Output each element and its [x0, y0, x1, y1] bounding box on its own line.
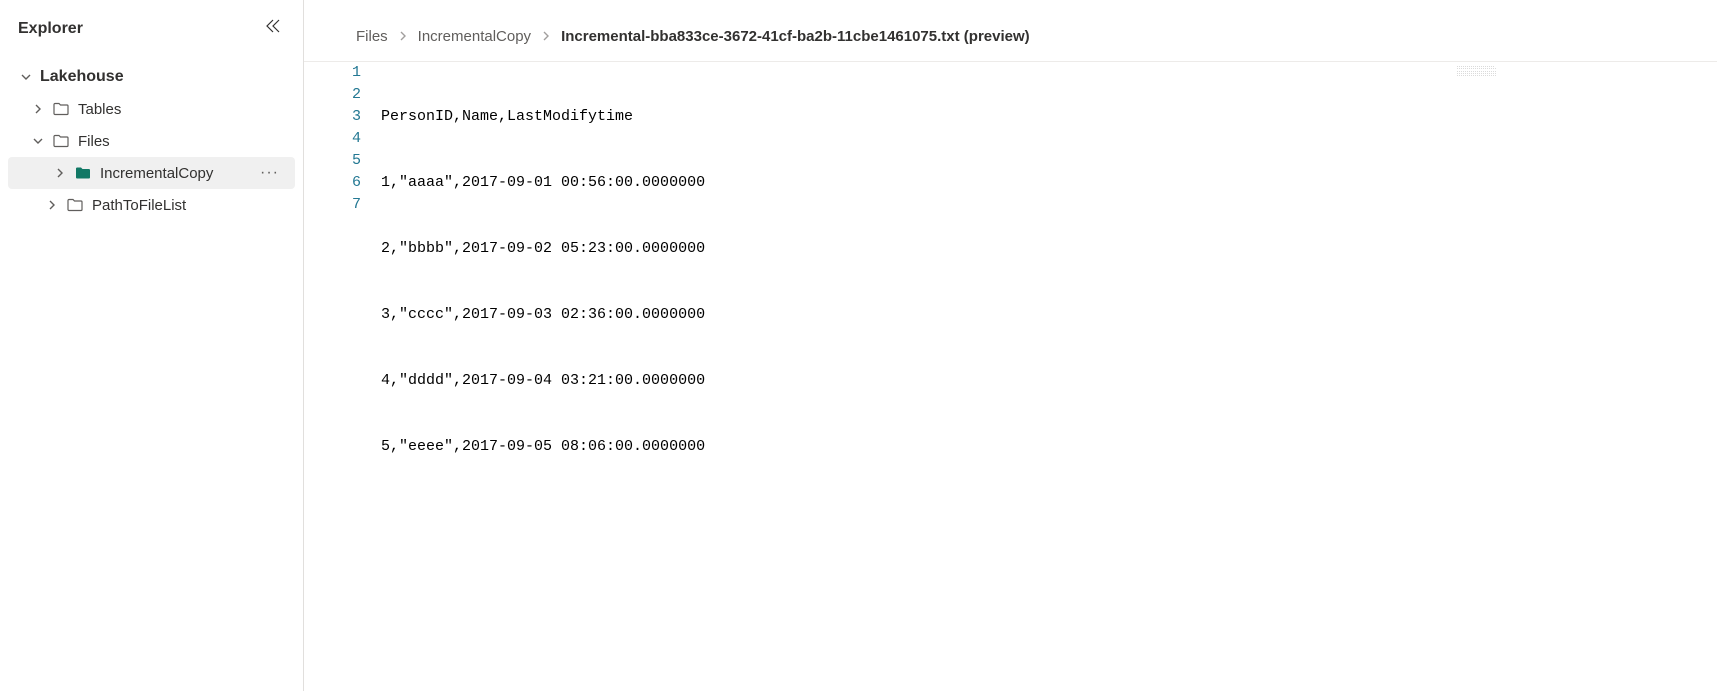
line-number: 2 [352, 84, 361, 106]
minimap-line [1457, 73, 1497, 74]
tree-root-label: Lakehouse [40, 68, 291, 86]
tree-item-label: Files [78, 133, 291, 150]
chevron-right-icon [30, 101, 46, 117]
breadcrumb: Files IncrementalCopy Incremental-bba833… [304, 20, 1717, 61]
code-line: 3,"cccc",2017-09-03 02:36:00.0000000 [381, 304, 705, 326]
line-number: 3 [352, 106, 361, 128]
code-content[interactable]: PersonID,Name,LastModifytime 1,"aaaa",20… [381, 62, 725, 691]
folder-filled-icon [74, 164, 92, 182]
minimap[interactable] [1457, 66, 1497, 76]
sidebar-title: Explorer [18, 20, 83, 38]
line-numbers-gutter: 1 2 3 4 5 6 7 [304, 62, 381, 691]
folder-icon [52, 100, 70, 118]
chevron-down-icon [30, 133, 46, 149]
tree-item-label: PathToFileList [92, 197, 291, 214]
minimap-line [1457, 70, 1497, 71]
breadcrumb-item-current: Incremental-bba833ce-3672-41cf-ba2b-11cb… [561, 28, 1030, 45]
code-line: 4,"dddd",2017-09-04 03:21:00.0000000 [381, 370, 705, 392]
chevron-right-icon [541, 28, 551, 45]
breadcrumb-item-incrementalcopy[interactable]: IncrementalCopy [418, 28, 531, 45]
line-number: 7 [352, 194, 361, 216]
minimap-line [1457, 75, 1497, 76]
folder-icon [66, 196, 84, 214]
collapse-sidebar-button[interactable] [261, 14, 285, 43]
code-line: PersonID,Name,LastModifytime [381, 106, 705, 128]
minimap-line [1457, 71, 1497, 72]
chevron-right-icon [398, 28, 408, 45]
tree-item-pathtofilelist[interactable]: PathToFileList [0, 189, 303, 221]
code-line: 1,"aaaa",2017-09-01 00:56:00.0000000 [381, 172, 705, 194]
sidebar-header: Explorer [0, 14, 303, 57]
minimap-line [1457, 68, 1497, 69]
tree-item-label: Tables [78, 101, 291, 118]
tree-item-label: IncrementalCopy [100, 165, 256, 182]
folder-icon [52, 132, 70, 150]
explorer-sidebar: Explorer Lakehouse Tables [0, 0, 304, 691]
breadcrumb-item-files[interactable]: Files [356, 28, 388, 45]
tree-item-tables[interactable]: Tables [0, 93, 303, 125]
code-editor[interactable]: 1 2 3 4 5 6 7 PersonID,Name,LastModifyti… [304, 61, 1717, 691]
line-number: 6 [352, 172, 361, 194]
line-number: 1 [352, 62, 361, 84]
line-number: 5 [352, 150, 361, 172]
chevron-right-icon [52, 165, 68, 181]
chevron-double-left-icon [265, 18, 281, 34]
line-number: 4 [352, 128, 361, 150]
tree-root-lakehouse[interactable]: Lakehouse [0, 61, 303, 93]
more-actions-button[interactable]: ··· [256, 164, 283, 182]
tree-item-files[interactable]: Files [0, 125, 303, 157]
minimap-line [1457, 66, 1495, 67]
tree-view: Lakehouse Tables Files [0, 57, 303, 225]
main-content: Files IncrementalCopy Incremental-bba833… [304, 0, 1717, 691]
chevron-down-icon [18, 69, 34, 85]
code-line: 2,"bbbb",2017-09-02 05:23:00.0000000 [381, 238, 705, 260]
tree-item-incrementalcopy[interactable]: IncrementalCopy ··· [8, 157, 295, 189]
chevron-right-icon [44, 197, 60, 213]
code-line: 5,"eeee",2017-09-05 08:06:00.0000000 [381, 436, 705, 458]
